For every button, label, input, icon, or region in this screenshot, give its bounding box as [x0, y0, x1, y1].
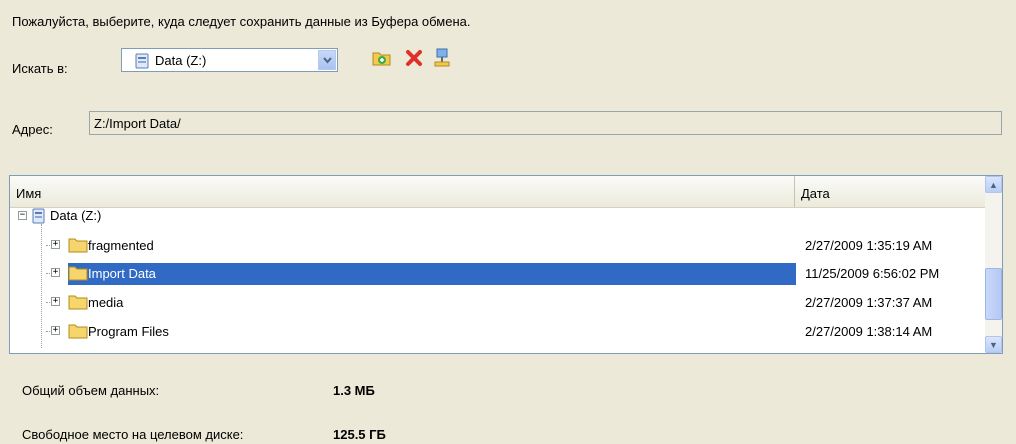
scroll-up-icon[interactable]: ▲ — [985, 176, 1002, 193]
collapse-icon[interactable]: − — [18, 211, 27, 220]
free-space-value: 125.5 ГБ — [333, 427, 386, 442]
folder-name: media — [88, 295, 124, 310]
list-item[interactable]: + media 2/27/2009 1:37:37 AM — [10, 292, 986, 314]
new-folder-button[interactable] — [371, 48, 393, 70]
instruction-text: Пожалуйста, выберите, куда следует сохра… — [12, 14, 471, 29]
lookin-value: Data (Z:) — [155, 53, 207, 68]
folder-date: 2/27/2009 1:35:19 AM — [805, 238, 933, 253]
address-field[interactable]: Z:/Import Data/ — [89, 111, 1002, 135]
drive-icon — [135, 53, 149, 72]
folder-icon — [68, 237, 88, 256]
network-button[interactable] — [431, 48, 453, 70]
selection-highlight — [68, 263, 796, 285]
total-data-value: 1.3 МБ — [333, 383, 375, 398]
scroll-down-icon[interactable]: ▼ — [985, 336, 1002, 353]
tree-root-label: Data (Z:) — [50, 208, 102, 223]
tree-root-row[interactable]: − Data (Z:) — [10, 206, 986, 228]
address-label: Адрес: — [12, 122, 53, 137]
folder-date: 2/27/2009 1:38:14 AM — [805, 324, 933, 339]
free-space-label: Свободное место на целевом диске: — [22, 427, 244, 442]
expand-icon[interactable]: + — [51, 326, 60, 335]
delete-icon — [405, 49, 423, 70]
expand-icon[interactable]: + — [51, 240, 60, 249]
network-icon — [433, 48, 451, 71]
list-item[interactable]: + Import Data 11/25/2009 6:56:02 PM — [10, 263, 986, 285]
column-header-date[interactable]: Дата — [795, 176, 988, 208]
lookin-label: Искать в: — [12, 61, 68, 76]
list-item[interactable]: + Program Files 2/27/2009 1:38:14 AM — [10, 321, 986, 343]
drive-icon — [32, 208, 45, 227]
new-folder-icon — [372, 49, 392, 70]
folder-icon — [68, 265, 88, 284]
total-data-label: Общий объем данных: — [22, 383, 160, 398]
folder-date: 11/25/2009 6:56:02 PM — [805, 266, 940, 281]
folder-name: fragmented — [88, 238, 154, 253]
column-header-name[interactable]: Имя — [10, 176, 795, 208]
folder-icon — [68, 294, 88, 313]
folder-name: Import Data — [88, 266, 156, 281]
expand-icon[interactable]: + — [51, 297, 60, 306]
folder-list[interactable]: Имя Дата − Data (Z:) + fragmented 2/27/2… — [9, 175, 1003, 354]
folder-icon — [68, 323, 88, 342]
folder-date: 2/27/2009 1:37:37 AM — [805, 295, 933, 310]
list-item[interactable]: + fragmented 2/27/2009 1:35:19 AM — [10, 235, 986, 257]
delete-button[interactable] — [403, 48, 425, 70]
vertical-scrollbar[interactable]: ▲ ▼ — [985, 176, 1002, 353]
chevron-down-icon[interactable] — [318, 50, 336, 70]
folder-name: Program Files — [88, 324, 169, 339]
lookin-dropdown[interactable]: Data (Z:) — [121, 48, 338, 72]
scrollbar-thumb[interactable] — [985, 268, 1002, 320]
expand-icon[interactable]: + — [51, 268, 60, 277]
